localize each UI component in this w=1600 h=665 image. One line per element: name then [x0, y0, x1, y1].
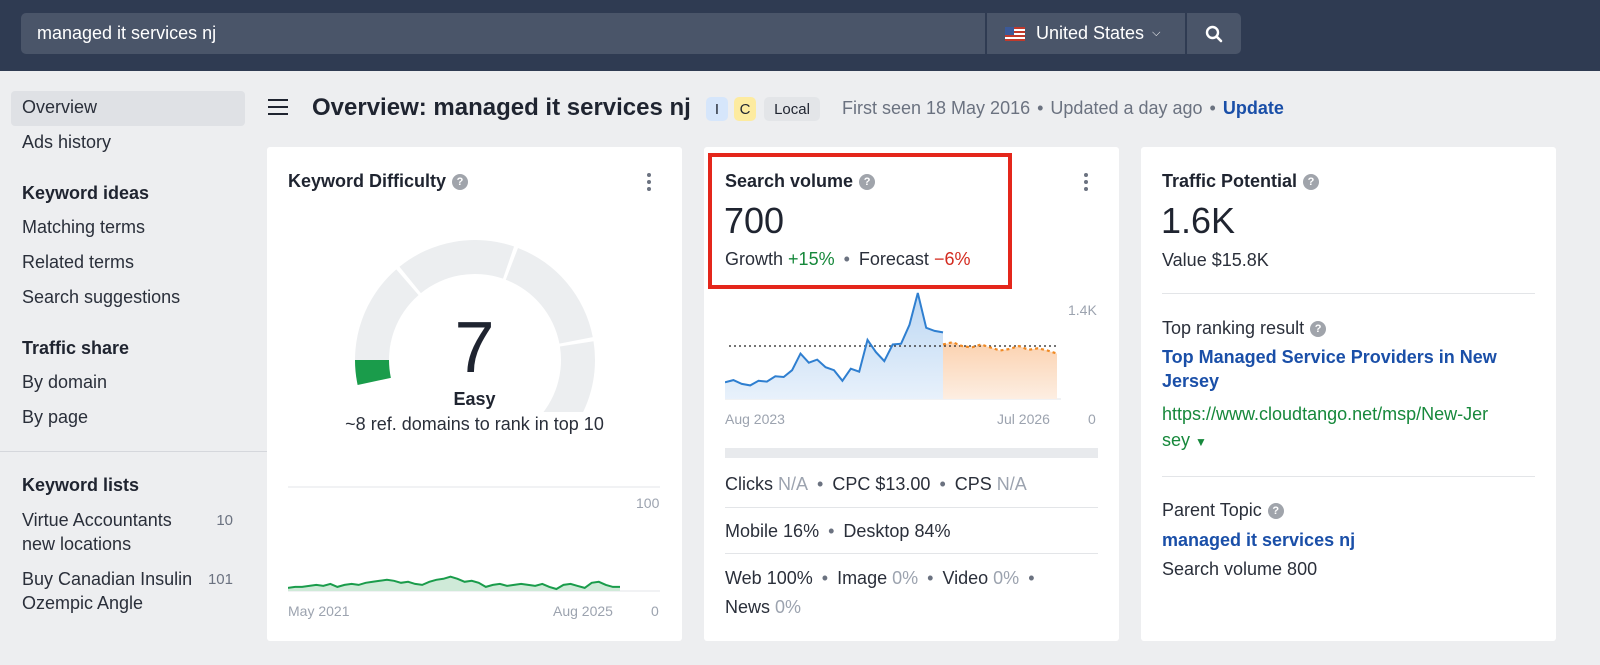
help-icon[interactable]: ? — [452, 174, 469, 190]
intent-badge-commercial: C — [734, 97, 756, 121]
country-label: United States — [1036, 23, 1145, 43]
sidebar-item-related-terms[interactable]: Related terms — [22, 252, 134, 273]
divider — [725, 507, 1098, 508]
device-split-row: Mobile 16% • Desktop 84% — [725, 521, 951, 541]
kd-y-max-label: 100 — [636, 495, 660, 511]
us-flag-icon — [1005, 26, 1025, 41]
divider — [725, 553, 1098, 554]
difficulty-rating: Easy — [453, 389, 496, 409]
more-options-icon[interactable] — [1084, 173, 1090, 194]
search-button[interactable] — [1187, 13, 1241, 54]
card-title: Keyword Difficulty? — [288, 171, 469, 192]
kd-x-start-label: May 2021 — [288, 603, 350, 619]
sv-y-max-label: 1.4K — [1068, 302, 1097, 318]
search-volume-chart — [725, 292, 1061, 400]
keyword-list-name[interactable]: Buy Canadian Insulin Ozempic Angle — [22, 567, 202, 615]
search-icon — [1205, 25, 1223, 42]
keyword-list-count: 10 — [216, 512, 233, 529]
gauge-track-segment — [399, 240, 515, 294]
first-seen-text: First seen 18 May 2016 — [842, 98, 1031, 118]
page-title: Overview: managed it services nj — [312, 94, 691, 121]
highlight-box — [708, 153, 1012, 289]
difficulty-subtext: ~8 ref. domains to rank in top 10 — [345, 414, 604, 434]
sidebar: Overview Ads history Keyword ideas Match… — [0, 71, 268, 665]
divider — [1162, 293, 1535, 294]
intent-badge-local: Local — [764, 97, 820, 121]
sidebar-divider — [0, 451, 268, 452]
top-result-url-link[interactable]: https://www.cloudtango.net/msp/New-Jer s… — [1162, 401, 1542, 455]
intent-badge-informational: I — [706, 97, 728, 121]
updated-text: Updated a day ago — [1050, 98, 1203, 118]
keyword-difficulty-card: Keyword Difficulty? 7 Easy ~8 ref. domai… — [267, 147, 682, 641]
kd-x-end-label: Aug 2025 — [553, 603, 613, 619]
top-bar: United States ⌵ — [0, 0, 1600, 71]
serp-type-row-news: News 0% — [725, 597, 802, 617]
sidebar-item-overview[interactable]: Overview — [22, 97, 97, 118]
help-icon[interactable]: ? — [1310, 321, 1327, 337]
sv-x-start-label: Aug 2023 — [725, 411, 785, 427]
sidebar-heading-traffic-share: Traffic share — [22, 338, 130, 358]
difficulty-score: 7 — [454, 308, 495, 388]
sidebar-item-ads-history[interactable]: Ads history — [22, 132, 111, 153]
more-options-icon[interactable] — [647, 173, 653, 194]
parent-topic-label: Parent Topic? — [1162, 500, 1284, 521]
divider — [1162, 476, 1535, 477]
chart-scrollbar[interactable] — [725, 448, 1098, 458]
country-select[interactable]: United States ⌵ — [987, 13, 1185, 54]
parent-search-volume: Search volume 800 — [1162, 559, 1318, 579]
clicks-cpc-row: Clicks N/A • CPC $13.00 • CPS N/A — [725, 474, 1027, 494]
sv-x-end-label: Jul 2026 — [997, 411, 1050, 427]
update-link[interactable]: Update — [1223, 98, 1284, 118]
sv-y-min-label: 0 — [1088, 411, 1096, 427]
serp-type-row: Web 100% • Image 0% • Video 0% • — [725, 568, 1035, 588]
parent-topic-link[interactable]: managed it services nj — [1162, 528, 1355, 552]
kd-y-min-label: 0 — [651, 603, 659, 619]
sidebar-item-by-page[interactable]: By page — [22, 407, 88, 428]
top-ranking-label: Top ranking result? — [1162, 318, 1327, 339]
keyword-list-count: 101 — [207, 571, 233, 588]
sidebar-item-matching-terms[interactable]: Matching terms — [22, 217, 145, 238]
sidebar-item-search-suggestions[interactable]: Search suggestions — [22, 287, 180, 308]
traffic-potential-card: Traffic Potential? 1.6K Value $15.8K Top… — [1141, 147, 1556, 641]
search-bar: United States ⌵ — [21, 13, 1241, 54]
chevron-down-icon: ⌵ — [1152, 27, 1161, 39]
help-icon[interactable]: ? — [1303, 174, 1320, 190]
caret-down-icon[interactable]: ▼ — [1195, 435, 1207, 449]
help-icon[interactable]: ? — [1267, 503, 1284, 519]
keyword-search-input[interactable] — [21, 13, 985, 54]
sidebar-heading-keyword-lists: Keyword lists — [22, 475, 140, 495]
traffic-potential-value: 1.6K — [1161, 200, 1236, 241]
card-title: Traffic Potential? — [1162, 171, 1320, 192]
forecast-area — [943, 342, 1057, 399]
keyword-meta: First seen 18 May 2016 • Updated a day ago… — [842, 98, 1284, 118]
traffic-value-text: Value $15.8K — [1162, 250, 1269, 270]
keyword-list-name[interactable]: Virtue Accountants new locations — [22, 508, 202, 556]
top-result-title-link[interactable]: Top Managed Service Providers in New Jer… — [1162, 345, 1542, 393]
difficulty-history-chart — [288, 486, 660, 592]
sidebar-heading-keyword-ideas: Keyword ideas — [22, 183, 150, 203]
menu-icon[interactable] — [268, 99, 290, 117]
sidebar-item-by-domain[interactable]: By domain — [22, 372, 107, 393]
